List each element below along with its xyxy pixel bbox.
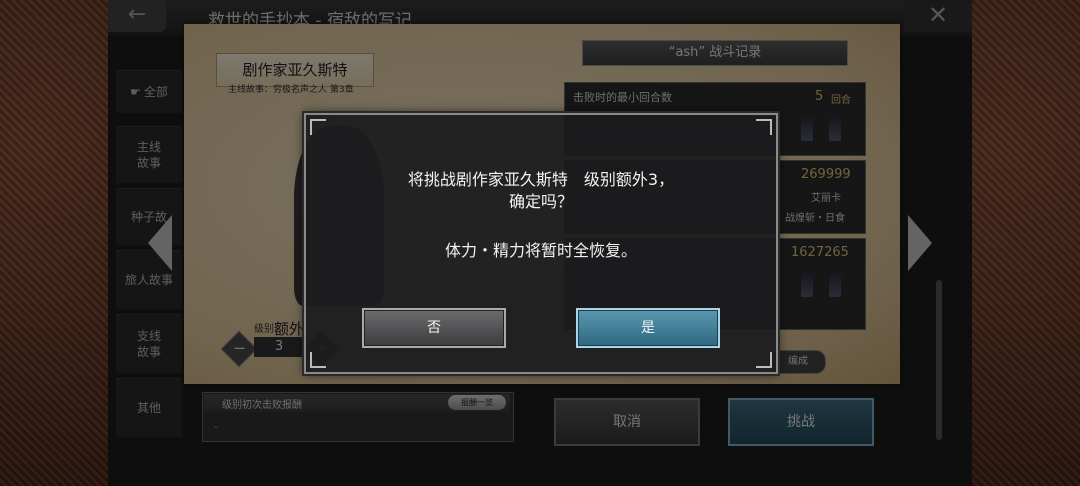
dialog-message: 将挑战剧作家亚久斯特 级别额外3， 确定吗？ [306, 169, 776, 213]
no-button[interactable]: 否 [362, 308, 506, 348]
left-background [0, 0, 108, 486]
dialog-sub-message: 体力・精力将暂时全恢复。 [444, 241, 637, 260]
dialog-corner-ornament [756, 352, 772, 368]
dialog-corner-ornament [756, 119, 772, 135]
dialog-corner-ornament [310, 119, 326, 135]
yes-button[interactable]: 是 [576, 308, 720, 348]
dialog-message-line1: 将挑战剧作家亚久斯特 级别额外3， [407, 170, 675, 189]
confirm-dialog: 将挑战剧作家亚久斯特 级别额外3， 确定吗？ 体力・精力将暂时全恢复。 否 是 [304, 113, 778, 374]
dialog-message-line2: 确定吗？ [508, 192, 573, 211]
game-screen: ← 救世的手抄本 - 宿敌的写记 ✕ ☛ 全部 主线 故事 种子故 旅人故事 支… [108, 0, 972, 486]
dialog-corner-ornament [310, 352, 326, 368]
right-background [972, 0, 1080, 486]
